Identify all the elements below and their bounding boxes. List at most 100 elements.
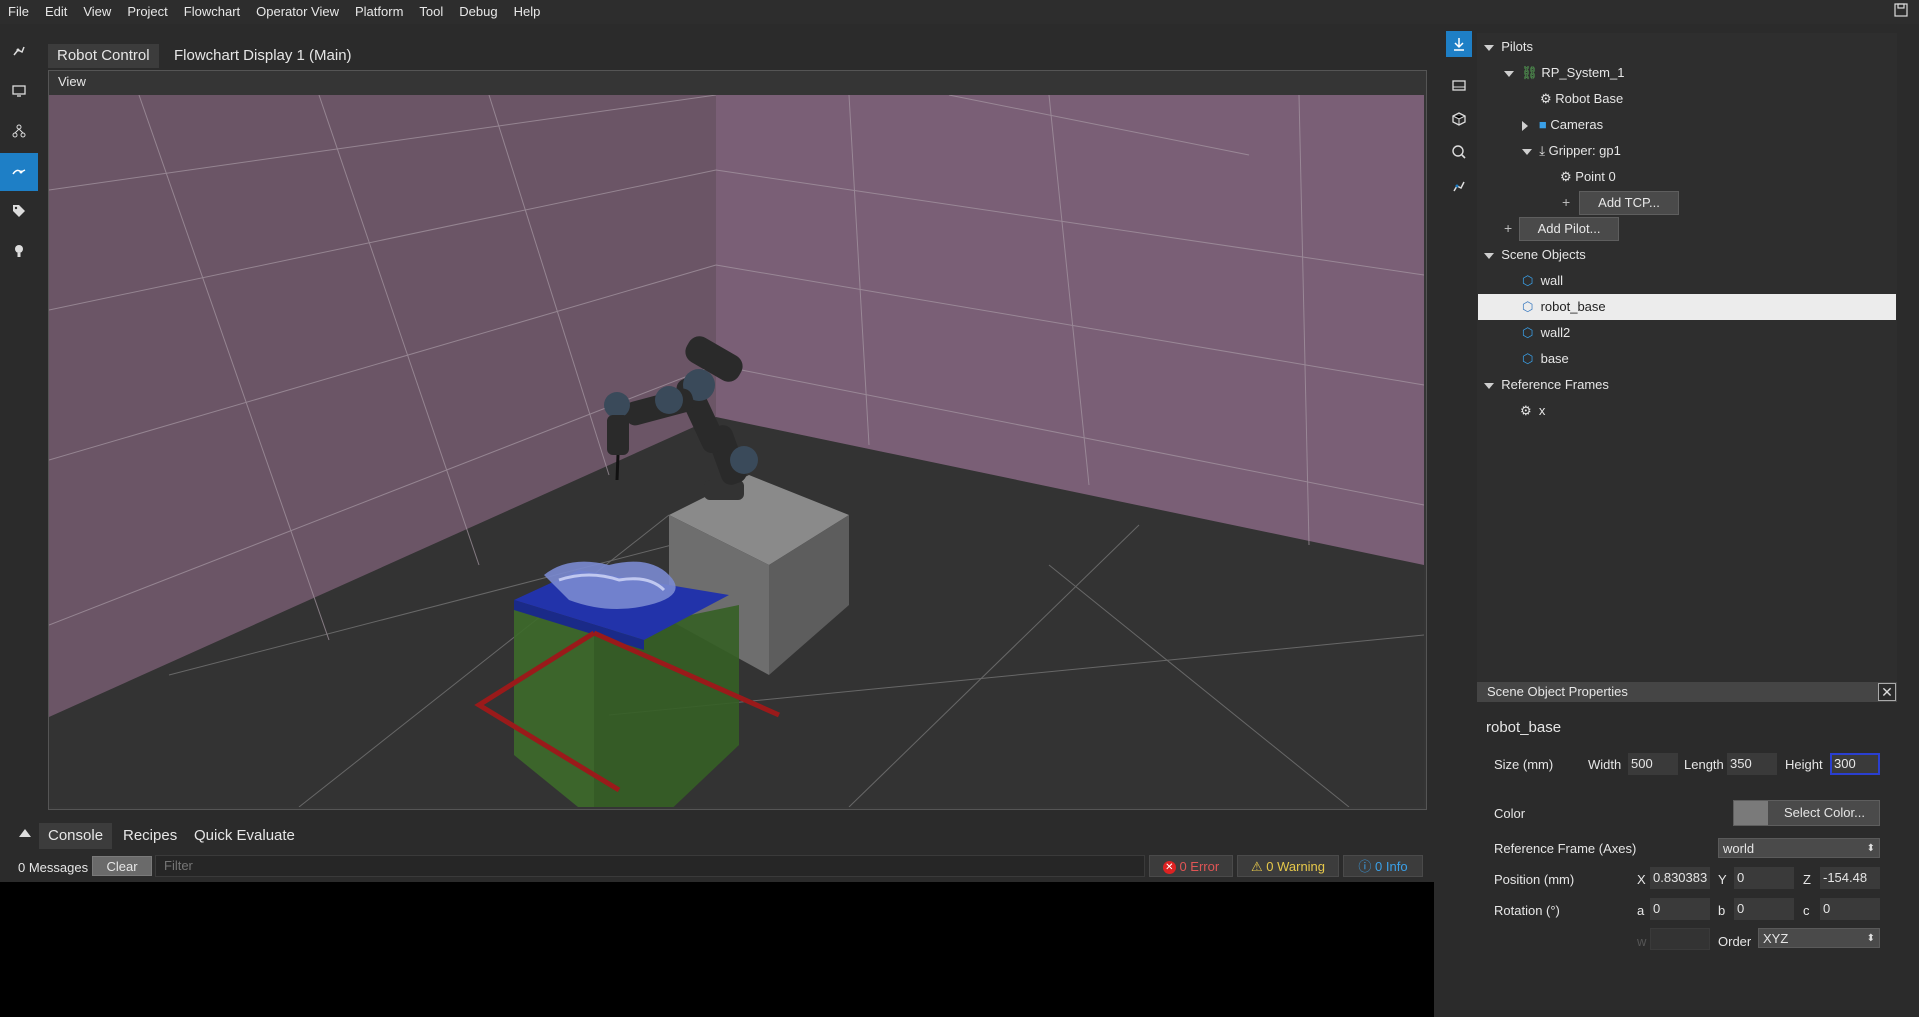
save-icon[interactable] bbox=[1893, 2, 1909, 18]
menu-view[interactable]: View bbox=[75, 0, 119, 24]
close-icon[interactable]: ✕ bbox=[1878, 683, 1896, 701]
tab-flowchart-display[interactable]: Flowchart Display 1 (Main) bbox=[165, 44, 361, 68]
menu-flowchart[interactable]: Flowchart bbox=[176, 0, 248, 24]
object-name: robot_base bbox=[1486, 719, 1562, 736]
info-count: 0 Info bbox=[1375, 859, 1408, 874]
caret-right-icon[interactable] bbox=[1522, 120, 1528, 131]
menu-edit[interactable]: Edit bbox=[37, 0, 75, 24]
tree-pilots[interactable]: Pilots bbox=[1484, 34, 1533, 60]
robot-arm-nav-icon[interactable] bbox=[0, 32, 38, 70]
download-icon[interactable] bbox=[1446, 31, 1472, 57]
a-label: a bbox=[1637, 903, 1645, 918]
tree-label: Scene Objects bbox=[1501, 247, 1586, 262]
reference-frame-label: Reference Frame (Axes) bbox=[1494, 841, 1637, 856]
tree-rp-system[interactable]: ⛓ RP_System_1 bbox=[1504, 60, 1624, 86]
tree-frame-x[interactable]: ⚙ x bbox=[1520, 398, 1545, 424]
tree-reference-frames[interactable]: Reference Frames bbox=[1484, 372, 1609, 398]
tree-object-base[interactable]: ⬡ base bbox=[1522, 346, 1569, 372]
add-tcp-button[interactable]: Add TCP... bbox=[1579, 191, 1679, 215]
tree-label: Robot Base bbox=[1555, 91, 1624, 106]
caret-down-icon[interactable] bbox=[1484, 44, 1494, 51]
gear-icon: ⚙ bbox=[1560, 169, 1572, 184]
tab-robot-control[interactable]: Robot Control bbox=[48, 44, 159, 68]
width-field[interactable] bbox=[1628, 753, 1678, 775]
robot-control-icon[interactable] bbox=[0, 153, 38, 191]
search-add-icon[interactable] bbox=[1446, 139, 1472, 165]
dropdown-arrow-icon: ⬍ bbox=[1866, 843, 1875, 854]
dropdown-arrow-icon: ⬍ bbox=[1866, 933, 1875, 944]
menu-file[interactable]: File bbox=[0, 0, 37, 24]
cube-icon: ⬡ bbox=[1522, 351, 1534, 366]
order-select[interactable]: XYZ ⬍ bbox=[1758, 928, 1880, 948]
w-label: w bbox=[1637, 934, 1647, 949]
caret-down-icon[interactable] bbox=[1484, 252, 1494, 259]
tree-object-wall2[interactable]: ⬡ wall2 bbox=[1522, 320, 1570, 346]
tree-label: wall2 bbox=[1540, 325, 1571, 340]
menu-debug[interactable]: Debug bbox=[451, 0, 505, 24]
cube-add-icon[interactable] bbox=[1446, 106, 1472, 132]
console-output bbox=[0, 882, 1434, 1017]
position-x-field[interactable] bbox=[1650, 867, 1710, 889]
rotation-c-field[interactable] bbox=[1820, 898, 1880, 920]
caret-down-icon[interactable] bbox=[1522, 148, 1532, 155]
cube-icon: ⬡ bbox=[1522, 299, 1534, 314]
robot-add-icon[interactable] bbox=[1446, 173, 1472, 199]
bulb-icon[interactable] bbox=[0, 232, 38, 270]
3d-scene-view[interactable] bbox=[49, 95, 1424, 807]
tree-scene-objects[interactable]: Scene Objects bbox=[1484, 242, 1586, 268]
message-count: 0 Messages bbox=[18, 860, 89, 875]
length-field[interactable] bbox=[1727, 753, 1777, 775]
select-color-button[interactable]: Select Color... bbox=[1733, 800, 1880, 826]
reference-frame-select[interactable]: world ⬍ bbox=[1718, 838, 1880, 858]
warning-count: 0 Warning bbox=[1266, 859, 1326, 874]
clear-button[interactable]: Clear bbox=[92, 856, 152, 876]
menu-project[interactable]: Project bbox=[119, 0, 175, 24]
screen-add-icon[interactable] bbox=[1446, 73, 1472, 99]
menu-platform[interactable]: Platform bbox=[347, 0, 411, 24]
plus-icon: + bbox=[1504, 220, 1513, 236]
filter-input[interactable] bbox=[155, 855, 1145, 877]
caret-down-icon[interactable] bbox=[1504, 70, 1514, 77]
height-field[interactable] bbox=[1830, 753, 1880, 775]
cube-icon: ⬡ bbox=[1522, 325, 1534, 340]
info-badge[interactable]: ⓘ 0 Info bbox=[1343, 855, 1423, 877]
size-label: Size (mm) bbox=[1494, 757, 1554, 772]
tab-quick-evaluate[interactable]: Quick Evaluate bbox=[185, 823, 304, 849]
position-z-field[interactable] bbox=[1820, 867, 1880, 889]
properties-header: Scene Object Properties bbox=[1477, 682, 1897, 702]
error-icon: ✕ bbox=[1162, 861, 1176, 875]
menu-tool[interactable]: Tool bbox=[411, 0, 451, 24]
tree-object-robot-base[interactable]: ⬡ robot_base bbox=[1478, 294, 1896, 320]
y-label: Y bbox=[1718, 872, 1727, 887]
position-y-field[interactable] bbox=[1734, 867, 1794, 889]
tree-object-wall[interactable]: ⬡ wall bbox=[1522, 268, 1563, 294]
tree-cameras[interactable]: ■ Cameras bbox=[1522, 112, 1603, 138]
error-badge[interactable]: ✕ 0 Error bbox=[1149, 855, 1233, 877]
network-icon[interactable] bbox=[0, 112, 38, 150]
tree-label: robot_base bbox=[1540, 299, 1606, 314]
tree-point0[interactable]: ⚙ Point 0 bbox=[1560, 164, 1616, 190]
menu-help[interactable]: Help bbox=[506, 0, 549, 24]
rotation-b-field[interactable] bbox=[1734, 898, 1794, 920]
viewport-view-menu[interactable]: View bbox=[58, 74, 86, 89]
properties-panel bbox=[1477, 703, 1897, 1017]
tab-recipes[interactable]: Recipes bbox=[114, 823, 186, 849]
order-value: XYZ bbox=[1763, 931, 1789, 946]
tree-label: Cameras bbox=[1550, 117, 1604, 132]
tree-gripper[interactable]: ⤓ Gripper: gp1 bbox=[1522, 138, 1621, 164]
tree-label: base bbox=[1540, 351, 1569, 366]
warning-badge[interactable]: ⚠ 0 Warning bbox=[1237, 855, 1339, 877]
collapse-arrow-icon[interactable] bbox=[19, 829, 31, 837]
plus-icon: + bbox=[1562, 194, 1571, 210]
rotation-w-field bbox=[1650, 928, 1710, 950]
add-pilot-button[interactable]: Add Pilot... bbox=[1519, 217, 1619, 241]
tree-robot-base[interactable]: ⚙ Robot Base bbox=[1540, 86, 1623, 112]
color-label: Color bbox=[1494, 806, 1526, 821]
caret-down-icon[interactable] bbox=[1484, 382, 1494, 389]
menu-operator-view[interactable]: Operator View bbox=[248, 0, 347, 24]
monitor-icon[interactable] bbox=[0, 72, 38, 110]
tag-icon[interactable] bbox=[0, 192, 38, 230]
tab-console[interactable]: Console bbox=[39, 823, 113, 849]
rotation-a-field[interactable] bbox=[1650, 898, 1710, 920]
color-swatch bbox=[1734, 801, 1768, 825]
